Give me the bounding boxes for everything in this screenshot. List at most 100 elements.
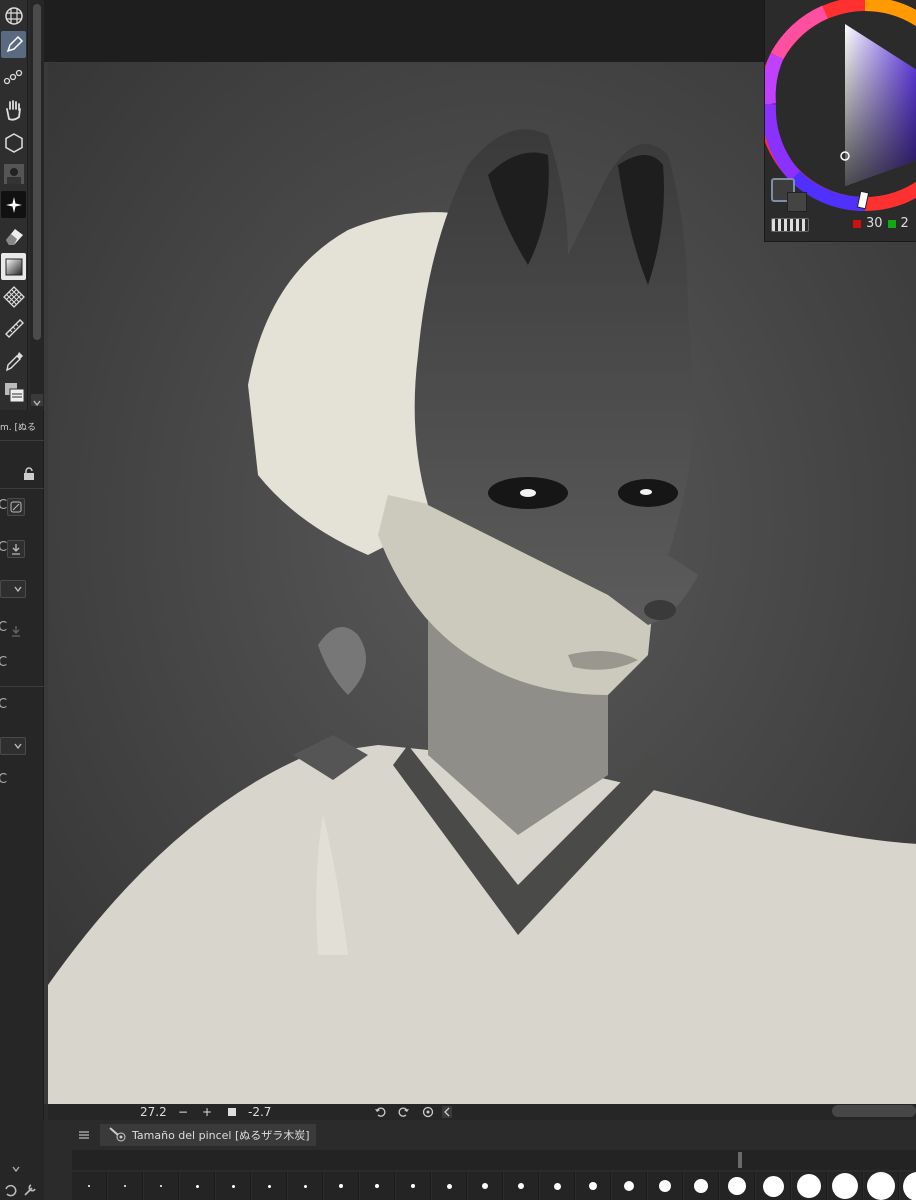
toolbar-scroll-thumb[interactable] <box>33 4 41 340</box>
thumbnail-tool-icon[interactable] <box>1 160 26 187</box>
eyedropper-tool-icon[interactable] <box>1 347 26 374</box>
green-channel-swatch <box>887 219 896 228</box>
brush-size-preset[interactable] <box>504 1172 539 1200</box>
curve-icon[interactable]: C <box>0 697 7 712</box>
brush-size-dot <box>902 1171 916 1200</box>
slider-thumb[interactable] <box>738 1152 742 1168</box>
tool-property-title: m. [ぬる <box>0 423 37 433</box>
wrench-icon[interactable] <box>22 1182 38 1200</box>
layer-tool-icon[interactable] <box>1 378 26 405</box>
brush-icon <box>108 1126 126 1145</box>
transparent-color-swatch[interactable] <box>771 218 809 232</box>
brush-size-dot <box>659 1180 671 1192</box>
brush-size-dot <box>375 1184 379 1188</box>
chevron-left-icon[interactable] <box>442 1106 452 1118</box>
brush-size-preset[interactable] <box>396 1172 431 1200</box>
curve-icon[interactable]: C <box>0 655 7 670</box>
canvas-status-bar: 27.2 − + -2.7 <box>48 1104 916 1120</box>
brush-size-dot <box>797 1174 821 1198</box>
menu-icon[interactable] <box>78 1126 90 1145</box>
pen-tool-icon[interactable] <box>1 31 26 58</box>
brush-size-tab-label: Tamaño del pincel [ぬるザラ木炭] <box>132 1129 310 1142</box>
toolbar-scrollbar[interactable] <box>30 0 44 410</box>
brush-size-dot <box>518 1183 524 1189</box>
brush-size-preset[interactable] <box>288 1172 323 1200</box>
rotation-value[interactable]: -2.7 <box>248 1104 271 1120</box>
brush-size-dot <box>339 1184 343 1188</box>
rgb-readout: 30 2 <box>853 216 909 231</box>
texture-select[interactable] <box>0 737 26 755</box>
brush-size-dot <box>124 1185 126 1187</box>
brush-size-slider[interactable] <box>72 1150 916 1170</box>
brush-size-preset[interactable] <box>828 1172 863 1200</box>
divider <box>0 686 44 687</box>
brush-size-preset[interactable] <box>468 1172 503 1200</box>
brush-size-preset[interactable] <box>432 1172 467 1200</box>
brush-size-palette: Tamaño del pincel [ぬるザラ木炭] <box>44 1120 916 1200</box>
undo-icon[interactable] <box>2 1182 18 1200</box>
brush-size-preset[interactable] <box>324 1172 359 1200</box>
hexagon-tool-icon[interactable] <box>1 129 26 156</box>
brush-size-preset[interactable] <box>612 1172 647 1200</box>
zoom-out-button[interactable]: − <box>178 1104 188 1120</box>
blend-mode-select[interactable] <box>0 580 26 598</box>
fit-square-icon[interactable] <box>228 1108 236 1116</box>
brush-size-dot <box>728 1177 746 1195</box>
download-icon[interactable] <box>7 540 25 558</box>
brush-size-preset[interactable] <box>900 1171 916 1200</box>
hand-tool-icon[interactable] <box>1 96 26 123</box>
brush-size-preset[interactable] <box>684 1172 719 1200</box>
brush-size-preset[interactable] <box>108 1172 143 1200</box>
eraser-tool-icon[interactable] <box>1 222 26 249</box>
brush-size-dot <box>694 1179 708 1193</box>
chain-tool-icon[interactable] <box>1 62 26 89</box>
canvas-horizontal-scrollbar[interactable] <box>832 1105 916 1117</box>
pressure-settings-button[interactable] <box>7 498 25 516</box>
red-channel-swatch <box>853 219 861 228</box>
grid-tool-icon[interactable] <box>1 2 26 29</box>
brush-size-dot <box>867 1172 895 1200</box>
zoom-in-button[interactable]: + <box>202 1104 212 1120</box>
green-value[interactable]: 2 <box>901 216 909 231</box>
brush-size-preset[interactable] <box>144 1172 179 1200</box>
zoom-value[interactable]: 27.2 <box>140 1104 167 1120</box>
brush-size-preset[interactable] <box>540 1172 575 1200</box>
download-icon[interactable] <box>10 622 22 641</box>
chevron-down-icon[interactable] <box>31 394 43 407</box>
ruler-tool-icon[interactable] <box>1 314 26 341</box>
brush-size-dot <box>482 1183 488 1189</box>
sub-color-swatch[interactable] <box>787 192 807 212</box>
red-value[interactable]: 30 <box>866 216 883 231</box>
brush-size-preset[interactable] <box>360 1172 395 1200</box>
curve-icon[interactable]: C <box>0 620 7 635</box>
brush-size-dot <box>832 1173 858 1199</box>
brush-size-preset[interactable] <box>180 1172 215 1200</box>
brush-size-dot <box>446 1183 452 1189</box>
gradient-tool-icon[interactable] <box>1 253 26 280</box>
tab-brush-size[interactable]: Tamaño del pincel [ぬるザラ木炭] <box>100 1124 316 1146</box>
brush-size-preset[interactable] <box>648 1172 683 1200</box>
lock-icon[interactable] <box>22 466 36 485</box>
brush-size-dot <box>411 1184 415 1188</box>
brush-size-dot <box>195 1184 199 1188</box>
brush-size-preset[interactable] <box>792 1172 827 1200</box>
brush-size-preset[interactable] <box>252 1172 287 1200</box>
brush-size-dot <box>88 1185 90 1187</box>
color-wheel-panel: 30 2 <box>764 0 916 242</box>
brush-size-presets <box>72 1171 916 1200</box>
pattern-tool-icon[interactable] <box>1 283 26 310</box>
brush-size-preset[interactable] <box>576 1172 611 1200</box>
brush-size-preset[interactable] <box>864 1172 899 1200</box>
sparkle-tool-icon[interactable] <box>1 191 26 218</box>
brush-size-dot <box>303 1184 307 1188</box>
chevron-down-icon[interactable] <box>10 1160 22 1179</box>
brush-size-dot <box>267 1184 271 1188</box>
brush-size-preset[interactable] <box>720 1172 755 1200</box>
brush-size-preset[interactable] <box>756 1172 791 1200</box>
curve-icon[interactable]: C <box>0 772 7 787</box>
brush-size-dot <box>160 1185 162 1187</box>
brush-size-dot <box>231 1184 235 1188</box>
brush-size-dot <box>589 1182 597 1190</box>
brush-size-preset[interactable] <box>216 1172 251 1200</box>
brush-size-preset[interactable] <box>72 1172 107 1200</box>
